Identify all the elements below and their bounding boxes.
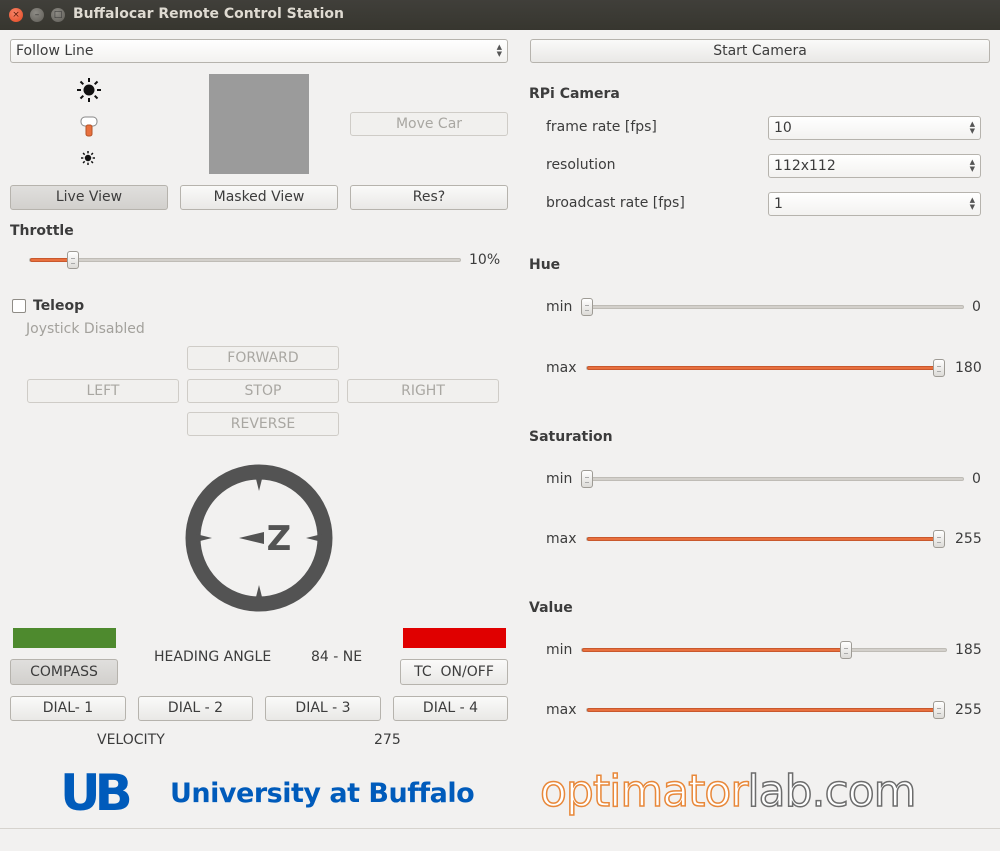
start-camera-button[interactable]: Start Camera bbox=[530, 39, 990, 63]
saturation-max-value: 255 bbox=[955, 531, 982, 547]
throttle-slider[interactable] bbox=[29, 251, 461, 269]
optimatorlab-logo: optimatorlab.com bbox=[539, 765, 918, 818]
hue-min-value: 0 bbox=[972, 299, 981, 315]
heading-angle-value: 84 - NE bbox=[311, 649, 363, 665]
broadcast-rate-label: broadcast rate [fps] bbox=[546, 195, 685, 211]
saturation-max-handle[interactable] bbox=[933, 530, 945, 548]
saturation-heading: Saturation bbox=[529, 429, 613, 445]
compass-icon: Z bbox=[185, 464, 333, 612]
value-min-label: min bbox=[546, 642, 573, 658]
ub-logo-mark: UB bbox=[60, 764, 133, 822]
stop-button[interactable]: STOP bbox=[187, 379, 339, 403]
velocity-label: VELOCITY bbox=[97, 732, 165, 748]
status-bar-divider bbox=[0, 828, 1000, 829]
hue-min-handle[interactable] bbox=[581, 298, 593, 316]
hue-max-fill bbox=[587, 366, 939, 370]
live-view-button[interactable]: Live View bbox=[10, 185, 168, 210]
hue-max-slider[interactable] bbox=[586, 359, 945, 377]
reverse-button[interactable]: REVERSE bbox=[187, 412, 339, 436]
value-min-value: 185 bbox=[955, 642, 982, 658]
close-window-button[interactable]: × bbox=[9, 8, 23, 22]
minimize-window-button[interactable]: – bbox=[30, 8, 44, 22]
resolution-select[interactable]: 112x112 ▲ ▼ bbox=[768, 154, 981, 178]
dial-2-button[interactable]: DIAL - 2 bbox=[138, 696, 253, 721]
value-min-slider[interactable] bbox=[581, 641, 947, 659]
dial-4-button[interactable]: DIAL - 4 bbox=[393, 696, 508, 721]
value-min-handle[interactable] bbox=[840, 641, 853, 659]
value-max-slider[interactable] bbox=[586, 701, 945, 719]
res-button[interactable]: Res? bbox=[350, 185, 508, 210]
saturation-max-fill bbox=[587, 537, 939, 541]
joystick-status: Joystick Disabled bbox=[26, 321, 145, 337]
saturation-min-value: 0 bbox=[972, 471, 981, 487]
value-max-label: max bbox=[546, 702, 577, 718]
frame-rate-value: 10 bbox=[774, 120, 792, 136]
hue-max-value: 180 bbox=[955, 360, 982, 376]
throttle-label: Throttle bbox=[10, 223, 74, 239]
tc-toggle-button[interactable]: TC ON/OFF bbox=[400, 659, 508, 685]
ub-logo-text: University at Buffalo bbox=[170, 778, 475, 809]
compass-button[interactable]: COMPASS bbox=[10, 659, 118, 685]
compass-north-glyph: Z bbox=[267, 519, 292, 559]
broadcast-rate-spinbox[interactable]: 1 ▲ ▼ bbox=[768, 192, 981, 216]
mode-select-value: Follow Line bbox=[16, 43, 94, 59]
compass-status-indicator bbox=[13, 628, 116, 648]
value-max-fill bbox=[587, 708, 939, 712]
small-sun-icon bbox=[81, 151, 95, 165]
move-car-button[interactable]: Move Car bbox=[350, 112, 508, 136]
teleop-label: Teleop bbox=[33, 298, 85, 314]
left-button[interactable]: LEFT bbox=[27, 379, 179, 403]
teleop-checkbox[interactable] bbox=[12, 299, 26, 313]
value-max-handle[interactable] bbox=[933, 701, 945, 719]
updown-arrows-icon: ▲ ▼ bbox=[496, 43, 502, 58]
heading-angle-label: HEADING ANGLE bbox=[154, 649, 272, 665]
mode-select[interactable]: Follow Line ▲ ▼ bbox=[10, 39, 508, 63]
value-heading: Value bbox=[529, 600, 573, 616]
value-min-fill bbox=[582, 648, 847, 652]
maximize-window-button[interactable]: □ bbox=[51, 8, 65, 22]
hue-min-label: min bbox=[546, 299, 573, 315]
saturation-max-slider[interactable] bbox=[586, 530, 945, 548]
tc-status-indicator bbox=[403, 628, 506, 648]
saturation-min-slider[interactable] bbox=[581, 470, 964, 488]
updown-arrows-icon: ▲ ▼ bbox=[969, 120, 975, 135]
value-max-value: 255 bbox=[955, 702, 982, 718]
window-title: Buffalocar Remote Control Station bbox=[73, 6, 344, 22]
throttle-value: 10% bbox=[469, 252, 501, 268]
hue-heading: Hue bbox=[529, 257, 561, 273]
resolution-label: resolution bbox=[546, 157, 616, 173]
saturation-max-label: max bbox=[546, 531, 577, 547]
joystick-icon bbox=[80, 116, 98, 137]
hue-min-slider[interactable] bbox=[581, 298, 964, 316]
optimator-text: optimator bbox=[539, 765, 749, 818]
masked-view-button[interactable]: Masked View bbox=[180, 185, 338, 210]
forward-button[interactable]: FORWARD bbox=[187, 346, 339, 370]
resolution-value: 112x112 bbox=[774, 158, 836, 174]
frame-rate-spinbox[interactable]: 10 ▲ ▼ bbox=[768, 116, 981, 140]
camera-preview bbox=[209, 74, 309, 174]
hue-max-handle[interactable] bbox=[933, 359, 945, 377]
sun-icon bbox=[77, 78, 101, 102]
broadcast-rate-value: 1 bbox=[774, 196, 783, 212]
throttle-handle[interactable] bbox=[67, 251, 79, 269]
saturation-min-handle[interactable] bbox=[581, 470, 593, 488]
frame-rate-label: frame rate [fps] bbox=[546, 119, 657, 135]
updown-arrows-icon: ▲ ▼ bbox=[969, 158, 975, 173]
updown-arrows-icon: ▲ ▼ bbox=[969, 196, 975, 211]
right-button[interactable]: RIGHT bbox=[347, 379, 499, 403]
dial-3-button[interactable]: DIAL - 3 bbox=[265, 696, 381, 721]
hue-max-label: max bbox=[546, 360, 577, 376]
rpi-camera-heading: RPi Camera bbox=[529, 86, 620, 102]
saturation-min-label: min bbox=[546, 471, 573, 487]
dial-1-button[interactable]: DIAL- 1 bbox=[10, 696, 126, 721]
lab-com-text: lab.com bbox=[747, 765, 918, 818]
velocity-value: 275 bbox=[374, 732, 401, 748]
title-bar: × – □ Buffalocar Remote Control Station bbox=[0, 0, 1000, 30]
